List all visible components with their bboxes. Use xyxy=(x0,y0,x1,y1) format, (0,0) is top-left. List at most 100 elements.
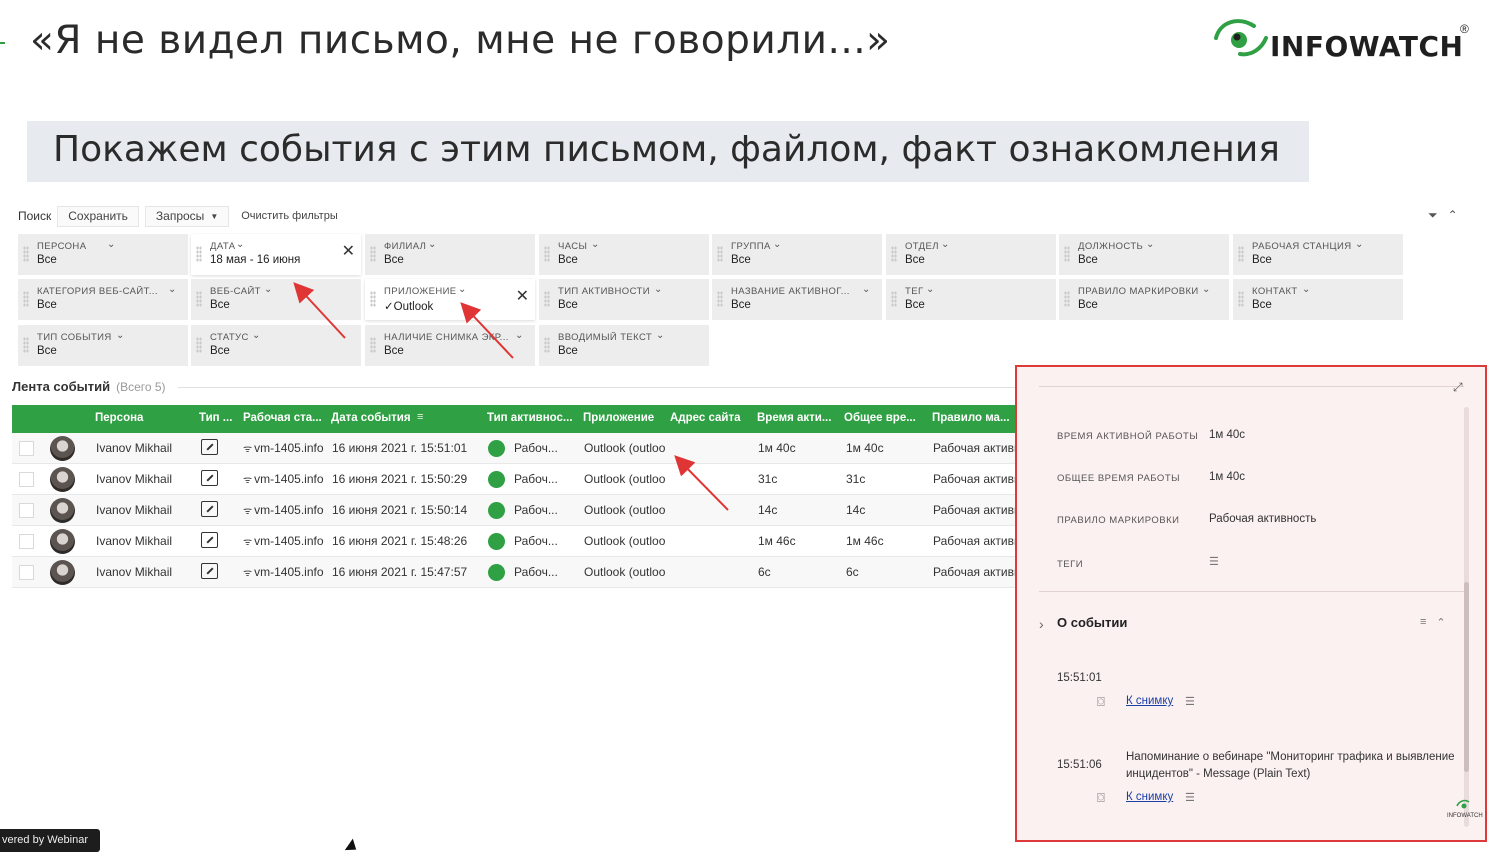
row-checkbox[interactable] xyxy=(19,503,34,518)
column-header-event-date[interactable]: Дата события xyxy=(331,412,411,424)
drag-grip-icon[interactable] xyxy=(717,246,723,262)
row-checkbox[interactable] xyxy=(19,472,34,487)
queries-dropdown[interactable]: Запросы ▼ xyxy=(144,205,230,227)
table-row[interactable]: Ivanov Mikhail ᯤ vm-1405.info 16 июня 202… xyxy=(12,557,1035,588)
drag-grip-icon[interactable] xyxy=(370,337,376,353)
cell-workstation-text: vm-1405.info xyxy=(254,534,324,548)
chevron-down-icon: ⌄ xyxy=(168,284,177,295)
sort-icon[interactable]: ≡ xyxy=(417,411,423,423)
cell-person: Ivanov Mikhail xyxy=(96,441,173,455)
table-row[interactable]: Ivanov Mikhail ᯤ vm-1405.info 16 июня 202… xyxy=(12,495,1035,526)
collapse-icon[interactable]: ⌃ xyxy=(1436,616,1445,629)
filter-website[interactable]: ВЕБ-САЙТ ⌄ Все xyxy=(191,279,361,320)
drag-grip-icon[interactable] xyxy=(1064,291,1070,307)
column-header-type[interactable]: Тип ... xyxy=(199,412,235,424)
filter-status[interactable]: СТАТУС ⌄ Все xyxy=(191,325,361,366)
filter-active-name[interactable]: НАЗВАНИЕ АКТИВНОГ... ⌄ Все xyxy=(712,279,882,320)
filter-application[interactable]: ПРИЛОЖЕНИЕ ⌄ ✓Outlook ✕ xyxy=(365,279,535,320)
drag-grip-icon[interactable] xyxy=(23,337,29,353)
filter-hours[interactable]: ЧАСЫ ⌄ Все xyxy=(539,234,709,275)
column-header-marking-rule[interactable]: Правило ма... xyxy=(932,412,1014,424)
drag-grip-icon[interactable] xyxy=(196,337,202,353)
filter-value: Все xyxy=(37,299,57,311)
filter-label: КАТЕГОРИЯ ВЕБ-САЙТ... xyxy=(37,286,158,297)
drag-grip-icon[interactable] xyxy=(544,337,550,353)
chevron-down-icon: ⌄ xyxy=(926,284,935,295)
drag-grip-icon[interactable] xyxy=(544,246,550,262)
drag-grip-icon[interactable] xyxy=(891,291,897,307)
table-row[interactable]: Ivanov Mikhail ᯤ vm-1405.info 16 июня 202… xyxy=(12,464,1035,495)
chevron-right-icon[interactable]: › xyxy=(1039,616,1044,632)
settings-icon[interactable]: ☰ xyxy=(1209,555,1219,568)
settings-icon[interactable]: ☰ xyxy=(1185,791,1195,804)
expand-icon[interactable]: ⤢ xyxy=(1453,380,1463,395)
drag-grip-icon[interactable] xyxy=(23,246,29,262)
filter-screenshot[interactable]: НАЛИЧИЕ СНИМКА ЭКР... ⌄ Все xyxy=(365,325,535,366)
cell-date: 16 июня 2021 г. 15:50:14 xyxy=(332,503,468,517)
to-snapshot-link[interactable]: К снимку xyxy=(1126,791,1173,803)
drag-grip-icon[interactable] xyxy=(1064,246,1070,262)
filter-date[interactable]: ДАТА ⌄ 18 мая - 16 июня ✕ xyxy=(191,234,361,275)
chevron-down-icon: ⌄ xyxy=(941,239,950,250)
filter-tag[interactable]: ТЕГ ⌄ Все xyxy=(886,279,1056,320)
column-header-workstation[interactable]: Рабочая ста... xyxy=(243,412,325,424)
filter-person[interactable]: ПЕРСОНА ⌄ Все xyxy=(18,234,188,275)
scrollbar[interactable] xyxy=(1464,407,1469,827)
table-row[interactable]: Ivanov Mikhail ᯤ vm-1405.info 16 июня 202… xyxy=(12,433,1035,464)
drag-grip-icon[interactable] xyxy=(196,291,202,307)
to-snapshot-link[interactable]: К снимку xyxy=(1126,695,1173,707)
drag-grip-icon[interactable] xyxy=(23,291,29,307)
feed-count: (Всего 5) xyxy=(116,380,166,394)
collapse-icon[interactable]: ⌃ xyxy=(1448,208,1458,223)
mini-infowatch-logo: INFOWATCH xyxy=(1447,799,1483,819)
camera-icon[interactable]: ⌼ xyxy=(1097,694,1105,710)
drag-grip-icon[interactable] xyxy=(891,246,897,262)
cell-activity: Рабоч... xyxy=(514,565,558,579)
event-text: Напоминание о вебинаре "Мониторинг трафи… xyxy=(1126,751,1455,780)
column-header-active-time[interactable]: Время акти... xyxy=(757,412,839,424)
filter-group[interactable]: ГРУППА ⌄ Все xyxy=(712,234,882,275)
column-header-activity-type[interactable]: Тип активнос... xyxy=(487,412,577,424)
clear-filters-link[interactable]: Очистить фильтры xyxy=(241,210,338,222)
column-header-application[interactable]: Приложение xyxy=(583,412,665,424)
drag-grip-icon[interactable] xyxy=(544,291,550,307)
scrollbar-thumb[interactable] xyxy=(1464,582,1469,772)
filter-label: НАЗВАНИЕ АКТИВНОГ... xyxy=(731,286,850,297)
close-icon[interactable]: ✕ xyxy=(342,244,355,260)
filter-website-category[interactable]: КАТЕГОРИЯ ВЕБ-САЙТ... ⌄ Все xyxy=(18,279,188,320)
row-checkbox[interactable] xyxy=(19,534,34,549)
filter-label: ВЕБ-САЙТ xyxy=(210,286,261,297)
filter-icon[interactable]: ⏷ xyxy=(1428,208,1438,223)
filter-department[interactable]: ОТДЕЛ ⌄ Все xyxy=(886,234,1056,275)
row-checkbox[interactable] xyxy=(19,565,34,580)
filter-workstation[interactable]: РАБОЧАЯ СТАНЦИЯ ⌄ Все xyxy=(1233,234,1403,275)
filter-label: ВВОДИМЫЙ ТЕКСТ xyxy=(558,332,653,343)
settings-icon[interactable]: ☰ xyxy=(1185,695,1195,708)
filter-marking-rule[interactable]: ПРАВИЛО МАРКИРОВКИ ⌄ Все xyxy=(1059,279,1229,320)
filter-position[interactable]: ДОЛЖНОСТЬ ⌄ Все xyxy=(1059,234,1229,275)
filter-typed-text[interactable]: ВВОДИМЫЙ ТЕКСТ ⌄ Все xyxy=(539,325,709,366)
table-row[interactable]: Ivanov Mikhail ᯤ vm-1405.info 16 июня 202… xyxy=(12,526,1035,557)
activity-status-icon xyxy=(488,564,505,581)
column-header-site-address[interactable]: Адрес сайта xyxy=(670,412,750,424)
row-checkbox[interactable] xyxy=(19,441,34,456)
avatar xyxy=(50,467,75,492)
column-header-total-time[interactable]: Общее вре... xyxy=(844,412,926,424)
save-button[interactable]: Сохранить xyxy=(57,205,139,227)
cell-person: Ivanov Mikhail xyxy=(96,503,173,517)
drag-grip-icon[interactable] xyxy=(370,246,376,262)
drag-grip-icon[interactable] xyxy=(370,291,376,307)
filter-event-type[interactable]: ТИП СОБЫТИЯ ⌄ Все xyxy=(18,325,188,366)
drag-grip-icon[interactable] xyxy=(196,246,202,262)
camera-icon[interactable]: ⌼ xyxy=(1097,790,1105,806)
filter-contact[interactable]: КОНТАКТ ⌄ Все xyxy=(1233,279,1403,320)
filter-activity-type[interactable]: ТИП АКТИВНОСТИ ⌄ Все xyxy=(539,279,709,320)
drag-grip-icon[interactable] xyxy=(1238,291,1244,307)
close-icon[interactable]: ✕ xyxy=(516,289,529,305)
filter-branch[interactable]: ФИЛИАЛ ⌄ Все xyxy=(365,234,535,275)
sort-icon[interactable]: ≡ xyxy=(1420,616,1426,629)
drag-grip-icon[interactable] xyxy=(1238,246,1244,262)
column-header-person[interactable]: Персона xyxy=(95,412,185,424)
mouse-cursor-icon xyxy=(344,838,361,853)
drag-grip-icon[interactable] xyxy=(717,291,723,307)
